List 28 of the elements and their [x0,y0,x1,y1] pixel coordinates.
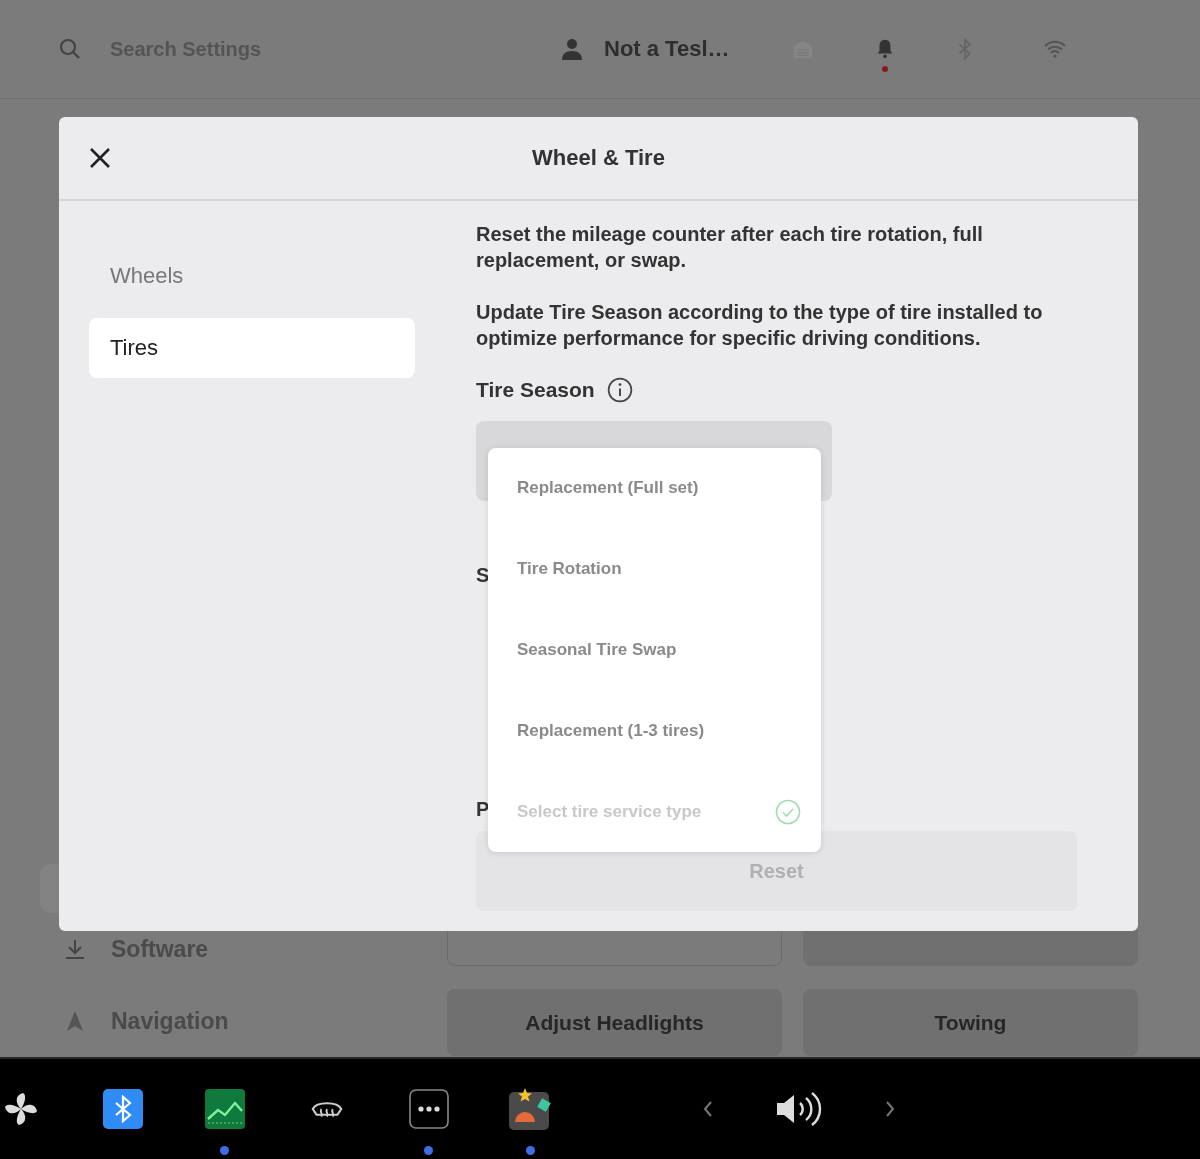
side-tab[interactable]: Wheels [89,246,415,306]
settings-tile[interactable]: Towing [803,989,1138,1056]
volume-icon[interactable] [774,1089,824,1129]
search-icon[interactable] [58,37,82,61]
chevron-left-icon[interactable] [702,1099,714,1119]
section-label: Tire Season [476,378,595,402]
description-text: Reset the mileage counter after each tire rotation, full replacement, or swap. [476,222,984,273]
toybox-app-icon[interactable] [509,1088,553,1130]
menu-option[interactable]: Tire Rotation [488,528,821,610]
menu-option[interactable]: Seasonal Tire Swap [488,609,821,691]
section-label: S [476,564,490,587]
profile-name[interactable]: Not a Tesl… [604,36,730,62]
chart-app-icon[interactable] [204,1089,246,1129]
side-tab[interactable]: Tires [89,318,415,378]
download-icon [63,937,87,961]
info-icon[interactable] [606,377,633,403]
person-icon[interactable] [560,37,584,61]
menu-option[interactable]: Replacement (Full set) [488,448,821,529]
section-label: P [476,798,490,821]
dialog-title: Wheel & Tire [532,145,665,171]
bluetooth-app-icon[interactable] [103,1089,143,1129]
check-icon [775,798,801,825]
settings-tile[interactable]: Adjust Headlights [447,989,782,1056]
description-text: Update Tire Season according to the type of tire installed to optimize performance for specific driving conditions. [476,300,1044,351]
menu-option[interactable]: Replacement (1-3 tires) [488,690,821,772]
more-icon[interactable] [409,1089,449,1129]
close-icon[interactable] [88,146,112,170]
chevron-right-icon[interactable] [884,1099,896,1119]
